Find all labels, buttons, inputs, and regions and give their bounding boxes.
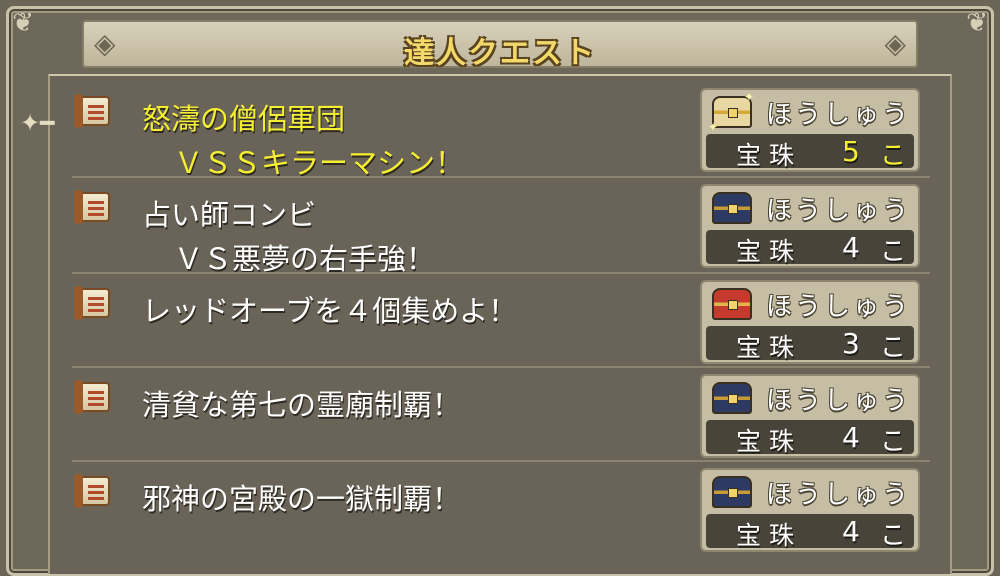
reward-count: 4 [842, 421, 860, 454]
quest-title: 占い師コンビ [142, 198, 317, 232]
corner-ornament-icon: ❦ [12, 8, 34, 38]
reward-count: 4 [842, 515, 860, 548]
reward-item: 宝珠 [736, 237, 803, 266]
reward-item: 宝珠 [736, 427, 803, 456]
quest-row[interactable]: レッドオーブを４個集めよ！ ほうしゅう 宝珠 3 こ [62, 276, 922, 368]
reward-count: 5 [842, 135, 860, 168]
reward-box: ほうしゅう 宝珠 4 こ [700, 468, 920, 552]
reward-item: 宝珠 [736, 141, 803, 170]
reward-box: ほうしゅう 宝珠 3 こ [700, 280, 920, 364]
title-banner: ◈ 達人クエスト ◈ [82, 20, 918, 71]
reward-unit: こ [880, 521, 907, 551]
reward-label: ほうしゅう [766, 480, 912, 510]
reward-detail: 宝珠 3 こ [706, 326, 914, 363]
quest-scroll-icon [74, 380, 110, 414]
reward-box: ほうしゅう 宝珠 4 こ [700, 184, 920, 268]
reward-detail: 宝珠 4 こ [706, 514, 914, 551]
reward-item: 宝珠 [736, 521, 803, 550]
reward-detail: 宝珠 5 こ [706, 134, 914, 171]
quest-title: レッドオーブを４個集めよ！ [142, 294, 518, 328]
quest-title: 清貧な第七の霊廟制覇！ [142, 388, 462, 422]
quest-scroll-icon [74, 94, 110, 128]
reward-label: ほうしゅう [766, 196, 912, 226]
reward-detail: 宝珠 4 こ [706, 420, 914, 457]
sparkle-icon: ✦ [744, 90, 755, 104]
red-chest-icon [712, 288, 752, 320]
reward-unit: こ [880, 427, 907, 457]
selection-cursor-icon: ✦━ [20, 109, 55, 137]
reward-count: 4 [842, 231, 860, 264]
row-divider [72, 272, 930, 274]
blue-chest-icon [712, 476, 752, 508]
quest-title: 怒濤の僧侶軍団 [142, 102, 346, 136]
corner-ornament-icon: ❦ [966, 8, 988, 38]
scroll-ornament-icon: ◈ [884, 27, 906, 60]
sparkle-icon: ✦ [708, 120, 719, 134]
row-divider [72, 460, 930, 462]
reward-label: ほうしゅう [766, 386, 912, 416]
quest-row[interactable]: 占い師コンビ ＶＳ悪夢の右手強！ ほうしゅう 宝珠 4 こ [62, 180, 922, 276]
reward-item: 宝珠 [736, 333, 803, 362]
reward-label: ほうしゅう [766, 292, 912, 322]
reward-box: ✦ ✦ ほうしゅう 宝珠 5 こ [700, 88, 920, 172]
quest-scroll-icon [74, 474, 110, 508]
reward-unit: こ [880, 141, 907, 171]
quest-row[interactable]: 邪神の宮殿の一獄制覇！ ほうしゅう 宝珠 4 こ [62, 464, 922, 556]
reward-box: ほうしゅう 宝珠 4 こ [700, 374, 920, 458]
reward-label: ほうしゅう [766, 100, 912, 130]
reward-count: 3 [842, 327, 860, 360]
quest-row[interactable]: 清貧な第七の霊廟制覇！ ほうしゅう 宝珠 4 こ [62, 370, 922, 462]
blue-chest-icon [712, 192, 752, 224]
quest-row[interactable]: 怒濤の僧侶軍団 ＶＳＳキラーマシン！ ✦ ✦ ほうしゅう 宝珠 5 こ [62, 84, 922, 180]
row-divider [72, 366, 930, 368]
quest-scroll-icon [74, 286, 110, 320]
reward-detail: 宝珠 4 こ [706, 230, 914, 267]
reward-unit: こ [880, 333, 907, 363]
row-divider [72, 176, 930, 178]
blue-chest-icon [712, 382, 752, 414]
page-title: 達人クエスト [404, 36, 596, 71]
quest-scroll-icon [74, 190, 110, 224]
reward-unit: こ [880, 237, 907, 267]
quest-title: 邪神の宮殿の一獄制覇！ [142, 482, 462, 516]
